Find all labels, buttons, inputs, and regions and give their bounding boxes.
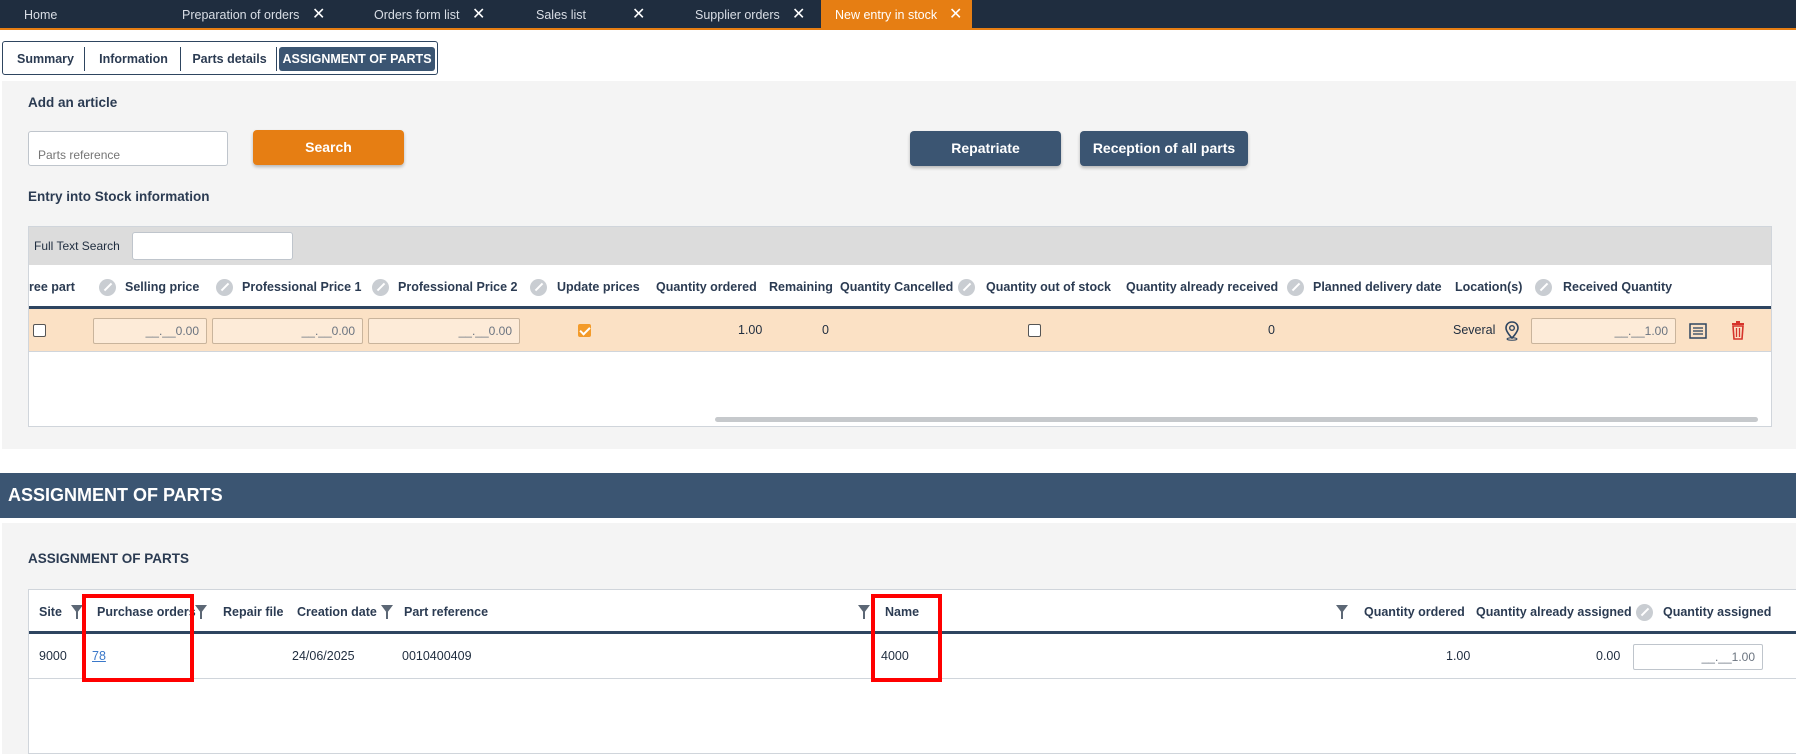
- article-panel: Add an article Search Repatriate Recepti…: [2, 81, 1796, 449]
- tab-new-entry-in-stock[interactable]: New entry in stock ✕: [821, 0, 972, 30]
- full-text-search-label: Full Text Search: [34, 239, 120, 253]
- edit-icon[interactable]: [1287, 279, 1304, 296]
- list-icon[interactable]: [1689, 322, 1707, 340]
- col-quantity-already-assigned: Quantity already assigned: [1476, 605, 1632, 619]
- col-quantity-out-of-stock: Quantity out of stock: [986, 280, 1111, 294]
- top-tab-bar: Home Preparation of orders ✕ Orders form…: [0, 0, 1796, 30]
- edit-icon[interactable]: [216, 279, 233, 296]
- col-quantity-cancelled: Quantity Cancelled: [840, 280, 954, 294]
- col-professional-price-2: Professional Price 2: [398, 280, 518, 294]
- col-quantity-ordered: Quantity ordered: [1364, 605, 1465, 619]
- tab-supplier-orders[interactable]: Supplier orders ✕: [660, 0, 820, 30]
- repatriate-button[interactable]: Repatriate: [910, 131, 1061, 166]
- stock-entry-row[interactable]: __.__0.00 __.__0.00 __.__0.00 1.00 0 0 S…: [29, 309, 1771, 352]
- tab-home[interactable]: Home: [0, 0, 160, 30]
- col-creation-date: Creation date: [297, 605, 377, 619]
- tab-orders-form-list[interactable]: Orders form list ✕: [340, 0, 500, 30]
- sub-tab-bar: Summary Information Parts details ASSIGN…: [2, 41, 438, 75]
- tab-information[interactable]: Information: [87, 47, 181, 71]
- tab-label: Preparation of orders: [182, 8, 300, 22]
- close-icon[interactable]: ✕: [792, 0, 805, 30]
- location-pin-icon[interactable]: [1504, 321, 1520, 341]
- site-value: 9000: [39, 649, 67, 663]
- tab-summary[interactable]: Summary: [7, 47, 85, 71]
- assignment-heading: ASSIGNMENT OF PARTS: [28, 551, 190, 566]
- stock-info-heading: Entry into Stock information: [28, 189, 210, 204]
- remaining-value: 0: [822, 323, 829, 337]
- col-remaining: Remaining: [769, 280, 833, 294]
- add-article-heading: Add an article: [28, 95, 118, 110]
- col-update-prices: Update prices: [557, 280, 640, 294]
- col-selling-price: Selling price: [125, 280, 200, 294]
- close-icon[interactable]: ✕: [632, 0, 645, 30]
- professional-price-1-input[interactable]: __.__0.00: [212, 318, 363, 344]
- full-text-search-input[interactable]: [132, 232, 293, 260]
- quantity-out-of-stock-checkbox[interactable]: [1028, 324, 1041, 337]
- quantity-already-received-value: 0: [1268, 323, 1275, 337]
- close-icon[interactable]: ✕: [312, 0, 325, 30]
- search-button[interactable]: Search: [253, 130, 404, 165]
- edit-icon[interactable]: [958, 279, 975, 296]
- col-planned-delivery-date: Planned delivery date: [1313, 280, 1442, 294]
- free-part-checkbox[interactable]: [33, 324, 46, 337]
- tab-preparation-of-orders[interactable]: Preparation of orders ✕: [160, 0, 340, 30]
- edit-icon[interactable]: [372, 279, 389, 296]
- col-free-part: ree part: [29, 280, 75, 294]
- grid-toolbar: Full Text Search: [29, 227, 1771, 265]
- col-part-reference: Part reference: [404, 605, 489, 619]
- edit-icon[interactable]: [1535, 279, 1552, 296]
- parts-reference-input[interactable]: [28, 131, 228, 166]
- received-quantity-input[interactable]: __.__1.00: [1531, 318, 1676, 344]
- col-site: Site: [39, 605, 62, 619]
- edit-icon[interactable]: [99, 279, 116, 296]
- quantity-ordered-value: 1.00: [738, 323, 763, 337]
- edit-icon[interactable]: [1636, 604, 1653, 621]
- tab-label: Orders form list: [374, 8, 460, 22]
- part-reference-value: 0010400409: [402, 649, 472, 663]
- tab-parts-details[interactable]: Parts details: [183, 47, 277, 71]
- highlight-box-name: [871, 594, 942, 682]
- filter-icon[interactable]: [858, 605, 870, 619]
- quantity-ordered-value: 1.00: [1446, 649, 1471, 663]
- col-locations: Location(s): [1455, 280, 1523, 294]
- tab-home-label: Home: [24, 8, 58, 22]
- col-quantity-already-received: Quantity already received: [1126, 280, 1279, 294]
- professional-price-2-input[interactable]: __.__0.00: [368, 318, 520, 344]
- section-title: ASSIGNMENT OF PARTS: [0, 473, 1796, 518]
- reception-of-all-parts-button[interactable]: Reception of all parts: [1080, 131, 1248, 166]
- tab-assignment-of-parts[interactable]: ASSIGNMENT OF PARTS: [279, 47, 435, 71]
- col-received-quantity: Received Quantity: [1563, 280, 1673, 294]
- filter-icon[interactable]: [381, 605, 393, 619]
- horizontal-scrollbar[interactable]: [715, 417, 1758, 422]
- tab-label: Supplier orders: [695, 8, 780, 22]
- selling-price-input[interactable]: __.__0.00: [93, 318, 207, 344]
- quantity-already-assigned-value: 0.00: [1596, 649, 1621, 663]
- update-prices-checkbox[interactable]: [578, 324, 591, 337]
- quantity-assigned-input[interactable]: __.__1.00: [1633, 644, 1763, 670]
- grid-header: ree part Selling price Professional Pric…: [29, 265, 1771, 309]
- locations-value: Several: [1453, 323, 1496, 337]
- trash-icon[interactable]: [1730, 321, 1746, 340]
- filter-icon[interactable]: [195, 605, 207, 619]
- edit-icon[interactable]: [530, 279, 547, 296]
- creation-date-value: 24/06/2025: [292, 649, 355, 663]
- filter-icon[interactable]: [1336, 605, 1348, 619]
- close-icon[interactable]: ✕: [472, 0, 485, 30]
- close-icon[interactable]: ✕: [949, 0, 962, 30]
- col-quantity-ordered: Quantity ordered: [656, 280, 757, 294]
- highlight-box-purchase-orders: [82, 594, 194, 682]
- stock-entry-grid: Full Text Search ree part Selling price …: [28, 226, 1772, 427]
- col-professional-price-1: Professional Price 1: [242, 280, 362, 294]
- tab-label: New entry in stock: [835, 8, 938, 22]
- tab-sales-list[interactable]: Sales list ✕: [500, 0, 660, 30]
- col-quantity-assigned: Quantity assigned: [1663, 605, 1772, 619]
- tab-label: Sales list: [536, 8, 587, 22]
- col-repair-file: Repair file: [223, 605, 284, 619]
